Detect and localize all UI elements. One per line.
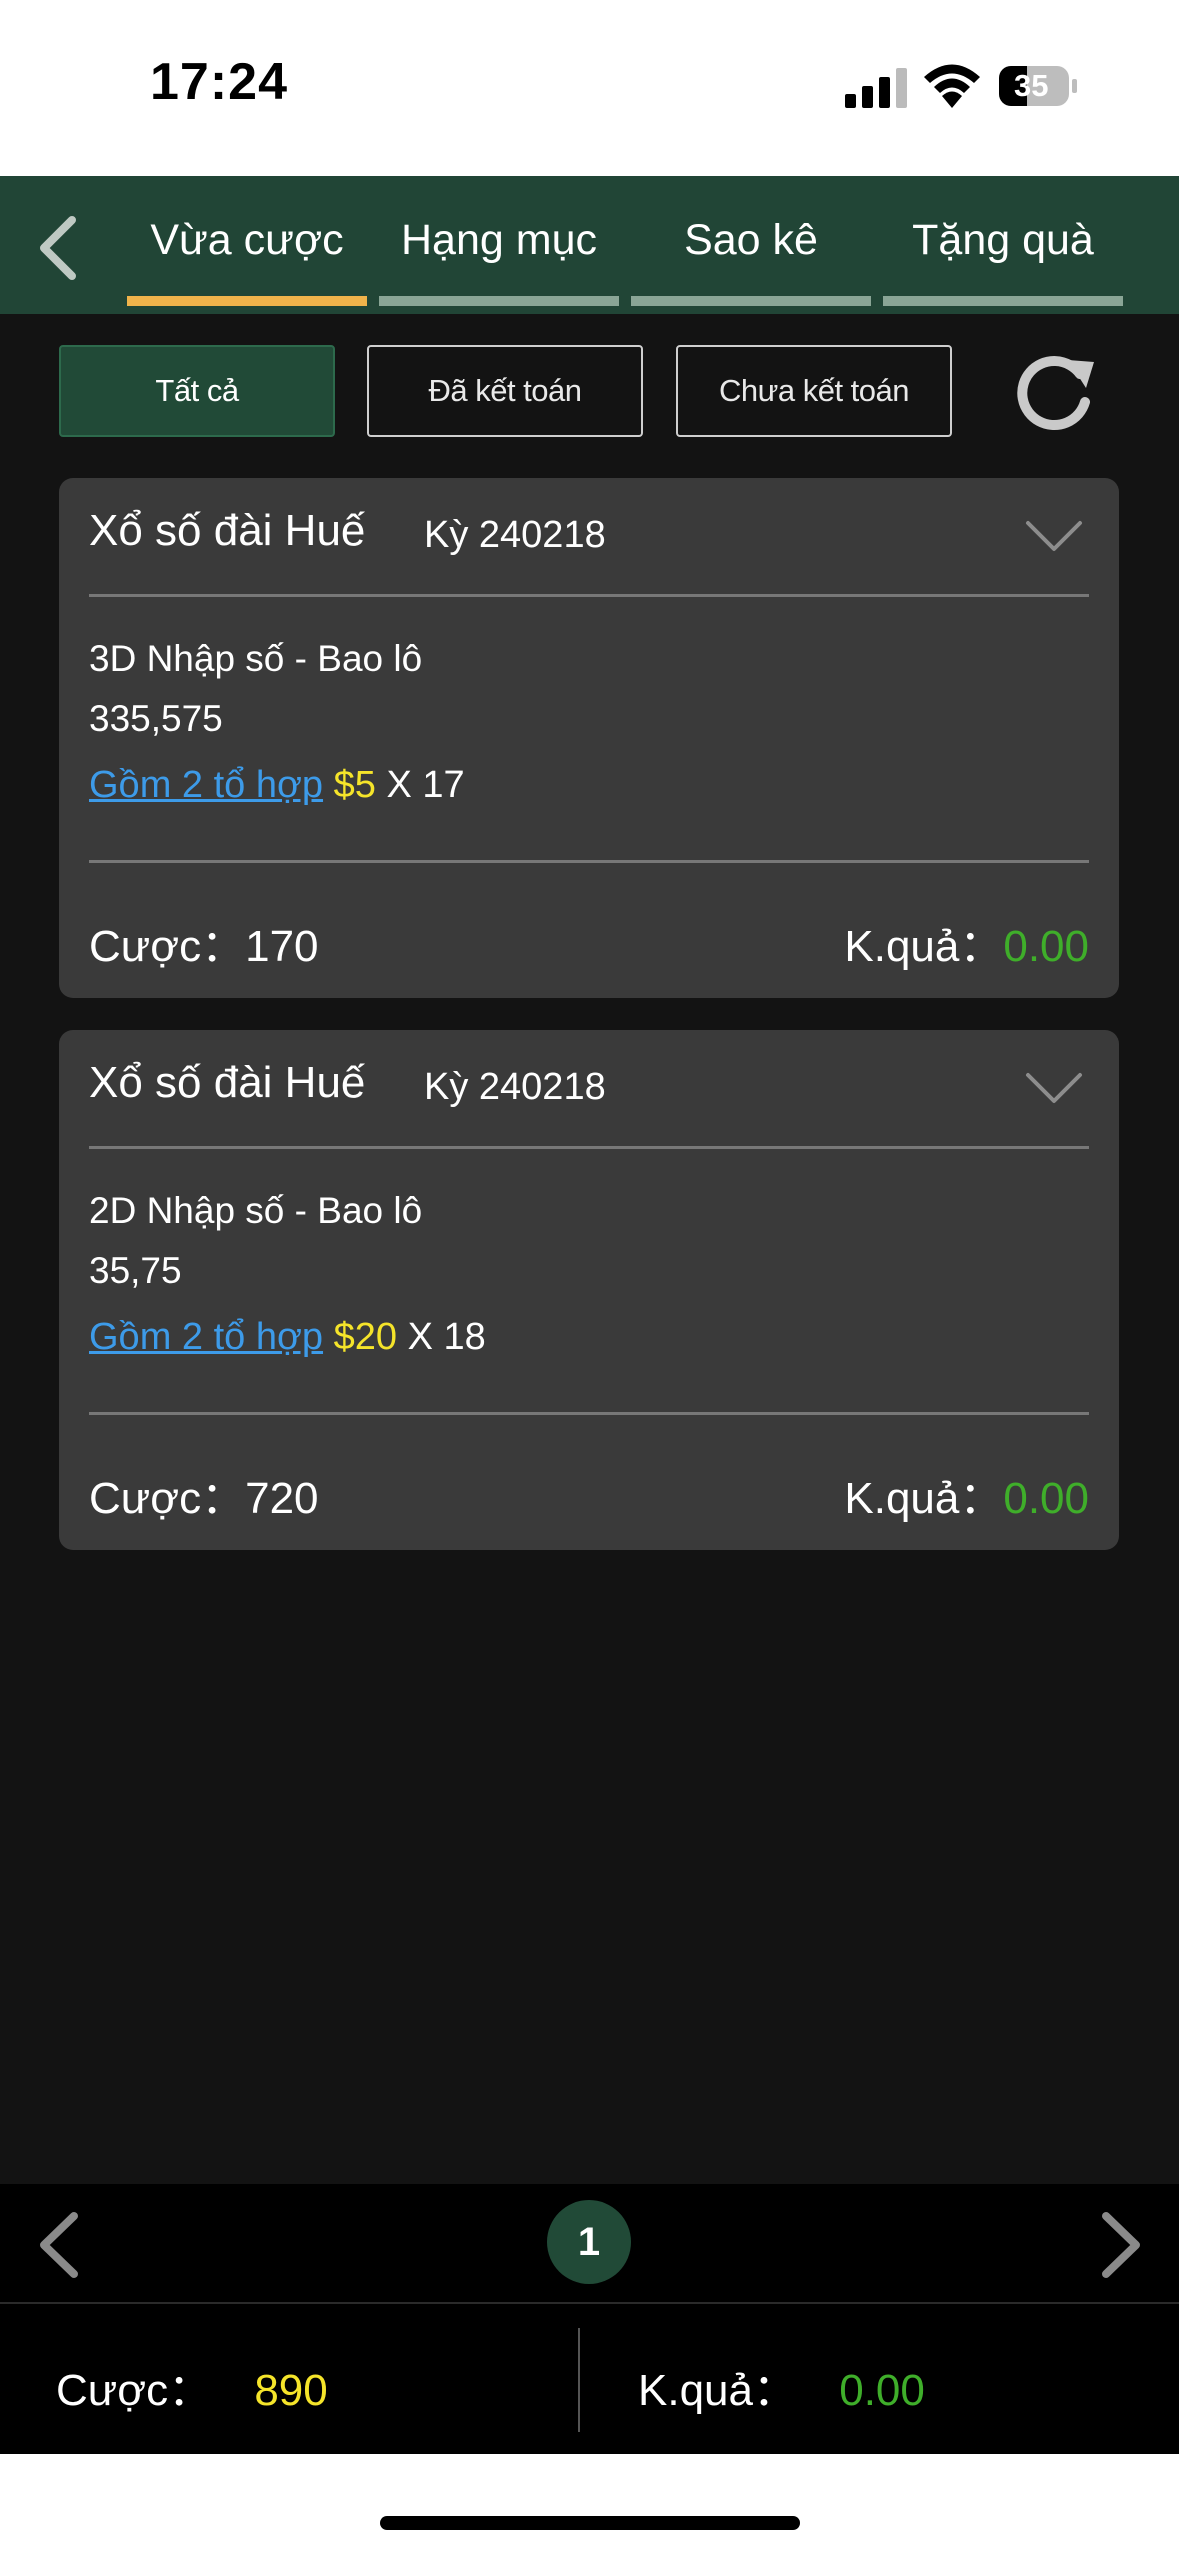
tab-recent-bets[interactable]: Vừa cược	[127, 176, 367, 314]
result-label: K.quả：	[844, 1474, 1004, 1523]
total-result-label: K.quả：	[638, 2366, 797, 2415]
chevron-down-icon[interactable]	[1025, 1072, 1083, 1104]
bet-amount: Cược：170	[89, 910, 319, 974]
current-page[interactable]: 1	[547, 2200, 631, 2284]
result-amount: K.quả：0.00	[844, 910, 1089, 974]
bet-value: 170	[245, 922, 319, 971]
combo-line: Gồm 2 tổ hợp $20 X 18	[89, 1316, 486, 1359]
game-type: 2D Nhập số - Bao lô	[89, 1190, 423, 1231]
home-indicator[interactable]	[380, 2516, 800, 2530]
tab-indicator	[883, 296, 1123, 306]
tab-indicator	[379, 296, 619, 306]
tab-gifts[interactable]: Tặng quà	[883, 176, 1123, 314]
period-label: Kỳ 240218	[424, 514, 606, 556]
total-result-value: 0.00	[839, 2366, 925, 2415]
totals-summary: Cược： 890 K.quả： 0.00	[0, 2302, 1179, 2454]
divider	[89, 860, 1089, 863]
total-result: K.quả： 0.00	[638, 2354, 925, 2418]
filter-all-button[interactable]: Tất cả	[59, 345, 335, 437]
status-time: 17:24	[150, 53, 288, 111]
combo-link[interactable]: Gồm 2 tổ hợp	[89, 1316, 323, 1358]
wifi-icon	[924, 64, 980, 108]
lottery-title: Xổ số đài Huế	[89, 1058, 366, 1107]
tab-label: Vừa cược	[150, 216, 344, 264]
tab-indicator	[127, 296, 367, 306]
chevron-down-icon[interactable]	[1025, 520, 1083, 552]
battery-icon: 35	[998, 64, 1078, 108]
back-arrow-icon[interactable]	[30, 208, 90, 288]
total-bet-value: 890	[254, 2366, 328, 2415]
tab-label: Tặng quà	[912, 216, 1094, 264]
tab-indicator	[631, 296, 871, 306]
bet-value: 720	[245, 1474, 319, 1523]
stake-amount: $20	[333, 1316, 397, 1358]
bet-numbers: 335,575	[89, 698, 223, 739]
result-amount: K.quả：0.00	[844, 1462, 1089, 1526]
period-label: Kỳ 240218	[424, 1066, 606, 1108]
bet-amount: Cược：720	[89, 1462, 319, 1526]
battery-level: 35	[1014, 68, 1049, 103]
combo-line: Gồm 2 tổ hợp $5 X 17	[89, 764, 465, 807]
divider	[89, 594, 1089, 597]
result-value: 0.00	[1003, 1474, 1089, 1523]
stake-amount: $5	[333, 764, 376, 806]
lottery-title: Xổ số đài Huế	[89, 506, 366, 555]
divider	[89, 1412, 1089, 1415]
result-label: K.quả：	[844, 922, 1004, 971]
top-nav: Vừa cược Hạng mục Sao kê Tặng quà	[0, 176, 1179, 314]
bet-card: Xổ số đài Huế Kỳ 240218 3D Nhập số - Bao…	[59, 478, 1119, 998]
previous-page-icon[interactable]	[34, 2210, 84, 2280]
bet-label: Cược：	[89, 1474, 246, 1523]
tab-label: Sao kê	[684, 216, 818, 264]
home-area	[0, 2454, 1179, 2556]
total-bet-label: Cược：	[56, 2366, 213, 2415]
pagination: 1	[0, 2184, 1179, 2302]
multiplier: X 18	[407, 1316, 486, 1358]
status-bar: 17:24 35	[0, 0, 1179, 176]
filter-settled-button[interactable]: Đã kết toán	[367, 345, 643, 437]
tab-statement[interactable]: Sao kê	[631, 176, 871, 314]
bet-card: Xổ số đài Huế Kỳ 240218 2D Nhập số - Bao…	[59, 1030, 1119, 1550]
game-type: 3D Nhập số - Bao lô	[89, 638, 423, 679]
cellular-signal-icon	[845, 68, 907, 108]
divider	[578, 2328, 580, 2432]
total-bet: Cược： 890	[56, 2354, 328, 2418]
divider	[89, 1146, 1089, 1149]
result-value: 0.00	[1003, 922, 1089, 971]
filter-unsettled-button[interactable]: Chưa kết toán	[676, 345, 952, 437]
refresh-icon[interactable]	[1008, 350, 1098, 436]
combo-link[interactable]: Gồm 2 tổ hợp	[89, 764, 323, 806]
next-page-icon[interactable]	[1096, 2210, 1146, 2280]
tab-categories[interactable]: Hạng mục	[379, 176, 619, 314]
bet-label: Cược：	[89, 922, 246, 971]
bet-numbers: 35,75	[89, 1250, 182, 1291]
tab-label: Hạng mục	[401, 216, 597, 264]
multiplier: X 17	[386, 764, 465, 806]
